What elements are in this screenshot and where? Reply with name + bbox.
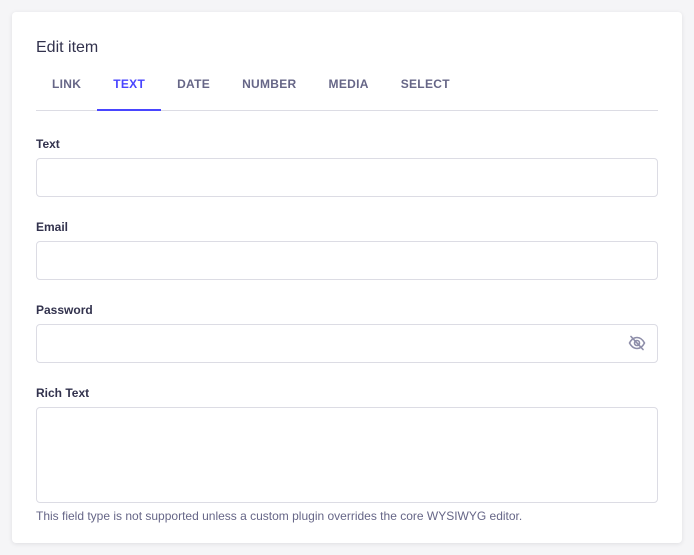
tab-bar: LINK TEXT DATE NUMBER MEDIA SELECT [36, 73, 658, 111]
email-field: Email [36, 219, 658, 280]
password-field-label: Password [36, 303, 93, 317]
tab-text[interactable]: TEXT [97, 73, 161, 111]
rich-text-editor[interactable] [36, 407, 658, 503]
text-input[interactable] [36, 158, 658, 197]
password-input-wrapper [36, 324, 658, 363]
text-field-label: Text [36, 137, 60, 151]
rich-text-hint: This field type is not supported unless … [36, 509, 523, 523]
tab-date[interactable]: DATE [161, 73, 226, 110]
rich-text-field-label: Rich Text [36, 386, 90, 400]
text-field: Text [36, 136, 658, 197]
password-input[interactable] [36, 324, 658, 363]
panel-title: Edit item [36, 39, 99, 56]
eye-off-icon[interactable] [628, 335, 646, 351]
rich-text-field: Rich Text This field type is not support… [36, 385, 658, 524]
email-input[interactable] [36, 241, 658, 280]
password-field: Password [36, 302, 658, 363]
tab-media[interactable]: MEDIA [313, 73, 385, 110]
tab-select[interactable]: SELECT [385, 73, 466, 110]
edit-item-panel: Edit item LINK TEXT DATE NUMBER MEDIA SE… [12, 12, 682, 543]
tab-link[interactable]: LINK [36, 73, 97, 110]
email-field-label: Email [36, 220, 69, 234]
tab-number[interactable]: NUMBER [226, 73, 312, 110]
